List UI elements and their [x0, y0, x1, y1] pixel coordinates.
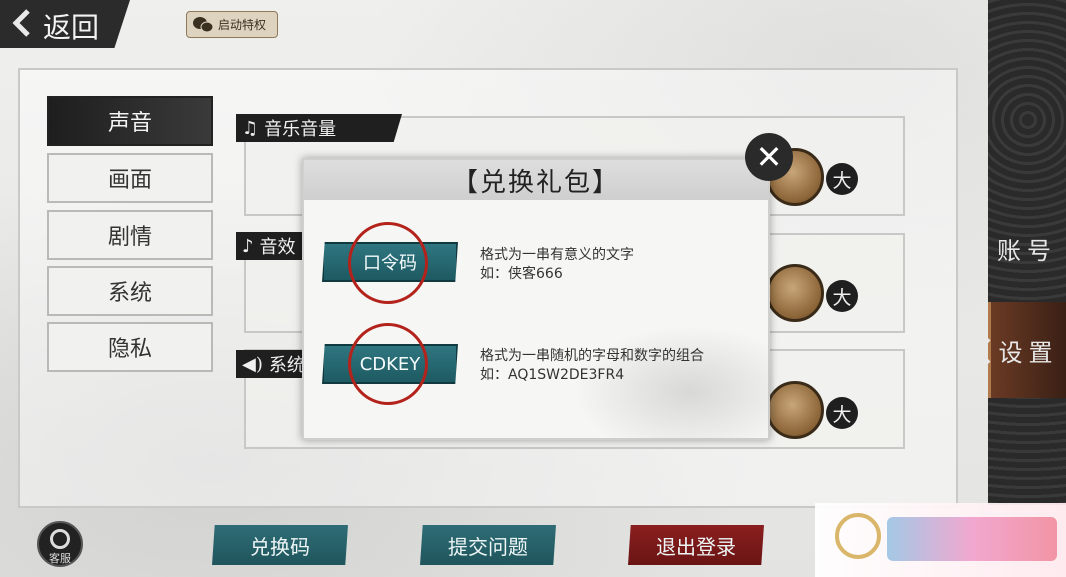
highlight-ring [348, 222, 428, 304]
watermark-logo [835, 513, 881, 559]
site-watermark [815, 503, 1066, 577]
dialog-title: 【兑换礼包】 [304, 160, 768, 200]
watermark-text [887, 517, 1057, 561]
highlight-ring [348, 323, 428, 405]
redeem-gift-dialog: 【兑换礼包】 口令码 格式为一串有意义的文字 如：侠客666 CDKEY 格式为… [302, 158, 774, 440]
passphrase-description: 格式为一串有意义的文字 如：侠客666 [480, 247, 634, 282]
cdkey-description: 格式为一串随机的字母和数字的组合 如：AQ1SW2DE3FR4 [480, 348, 704, 383]
close-icon[interactable]: ✕ [745, 133, 793, 181]
